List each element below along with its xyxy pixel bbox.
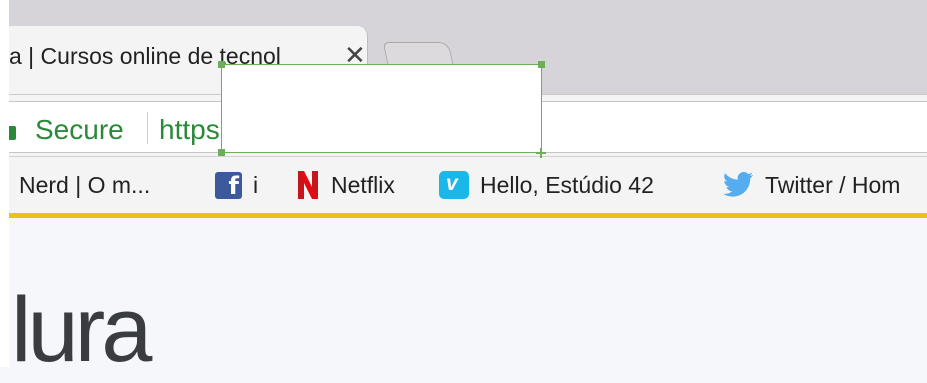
- bookmark-label: Hello, Estúdio 42: [480, 171, 654, 198]
- vimeo-icon: v: [439, 171, 469, 199]
- resize-handle-top-left[interactable]: [218, 61, 225, 68]
- bookmark-label: Netflix: [331, 171, 395, 198]
- url-text[interactable]: https:: [159, 114, 227, 146]
- facebook-icon: f: [215, 171, 242, 200]
- bookmark-item-twitter[interactable]: Twitter / Hom: [722, 170, 900, 200]
- twitter-icon: [722, 171, 754, 199]
- secure-label[interactable]: Secure: [35, 114, 124, 146]
- bookmark-label: Twitter / Hom: [765, 171, 901, 198]
- lock-icon: [9, 126, 16, 140]
- site-logo[interactable]: lura: [11, 278, 152, 383]
- selection-rectangle[interactable]: [218, 61, 546, 158]
- address-divider: [147, 112, 148, 144]
- bookmark-label: i: [253, 171, 259, 198]
- netflix-icon: [296, 170, 320, 200]
- bookmarks-bar: Nerd | O m... f i Netflix v Hello, Estúd…: [9, 156, 927, 213]
- bookmark-item-vimeo[interactable]: v Hello, Estúdio 42: [439, 170, 654, 200]
- page-content: lura: [9, 218, 927, 381]
- resize-handle-bottom-left[interactable]: [218, 149, 225, 156]
- window-left-edge: [0, 0, 9, 367]
- bookmark-item-nerd[interactable]: Nerd | O m...: [19, 170, 150, 200]
- bookmark-item-netflix[interactable]: Netflix: [296, 170, 395, 200]
- resize-handle-top-right[interactable]: [538, 61, 545, 68]
- bookmark-item-facebook[interactable]: f i: [215, 170, 258, 200]
- crosshair-cursor-icon[interactable]: [536, 148, 546, 158]
- bookmark-label: Nerd | O m...: [19, 171, 151, 198]
